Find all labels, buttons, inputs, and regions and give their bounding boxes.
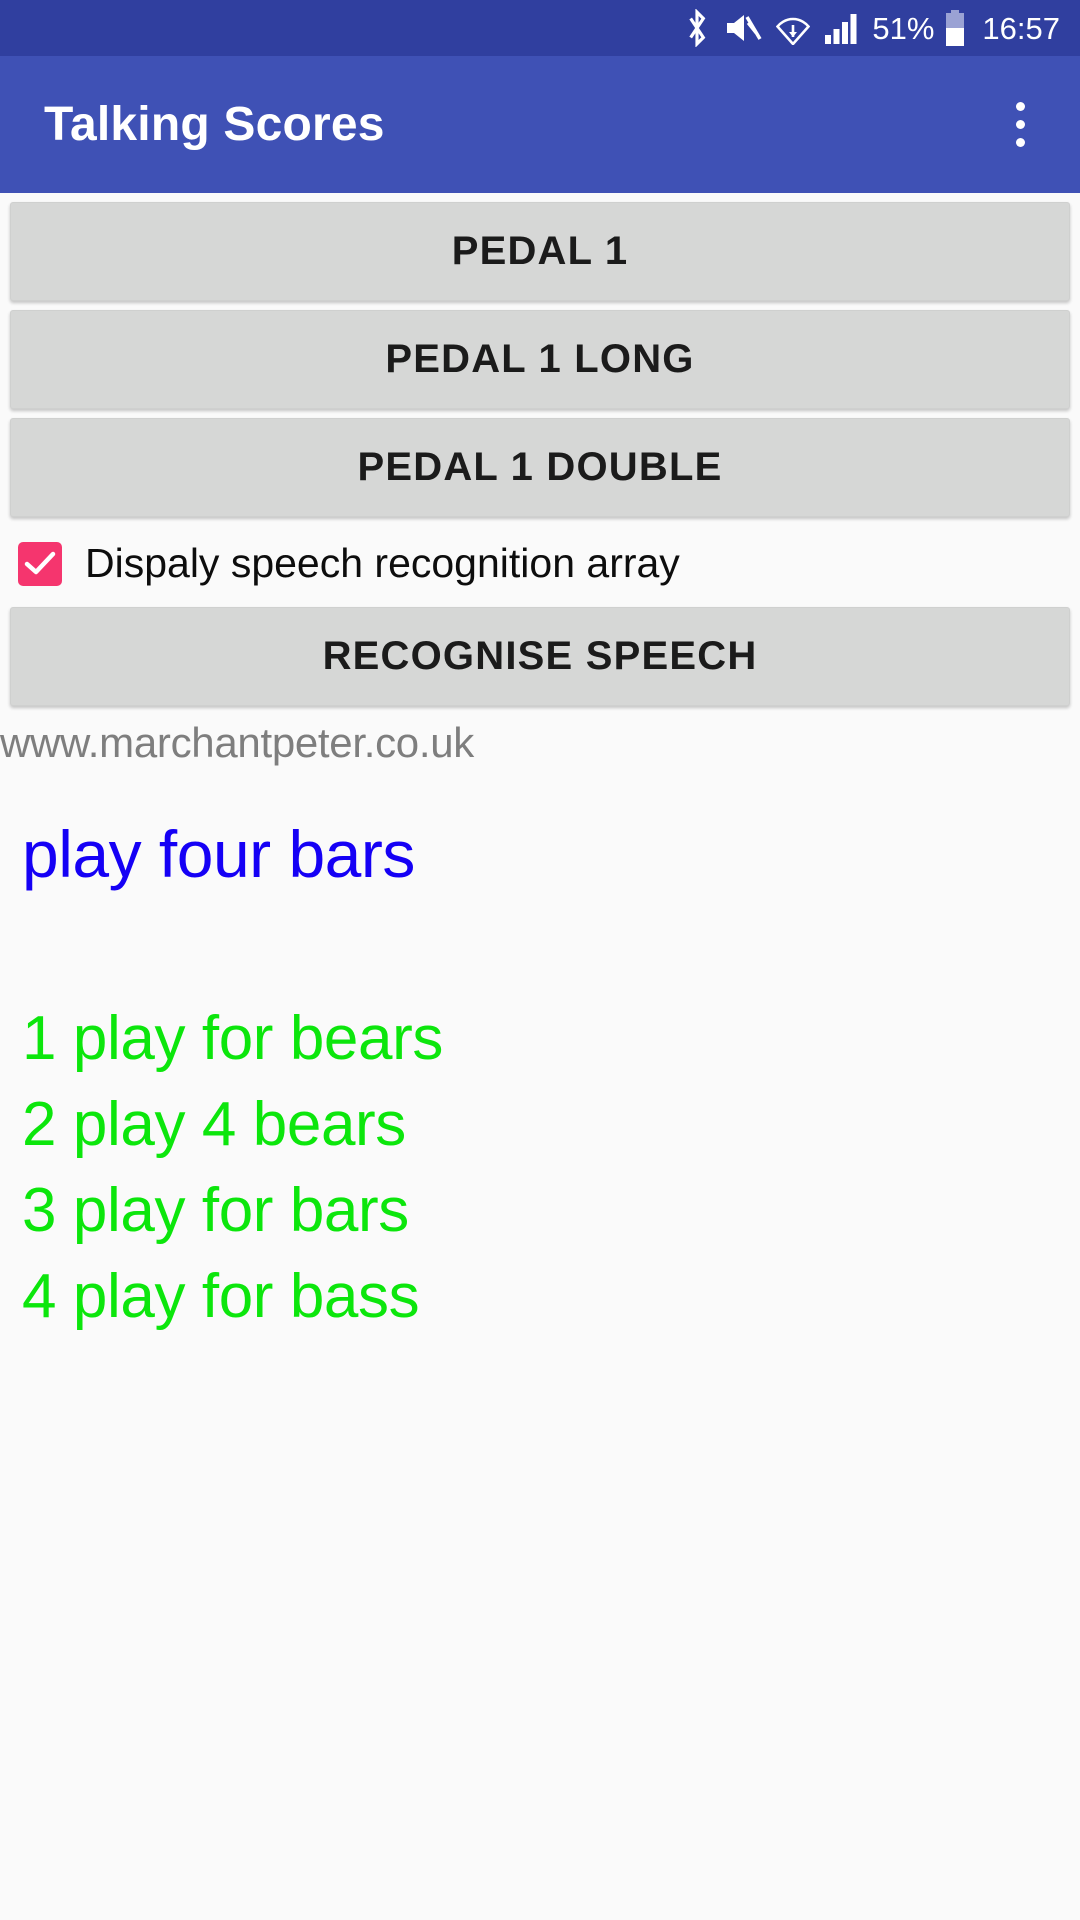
page-title: Talking Scores: [44, 98, 385, 151]
battery-percent-label: 51%: [872, 10, 935, 46]
overflow-menu-icon[interactable]: [990, 83, 1050, 167]
overflow-dot: [1015, 102, 1025, 111]
main-content: PEDAL 1 PEDAL 1 LONG PEDAL 1 DOUBLE Disp…: [0, 202, 1080, 1340]
status-bar: 51% 16:57: [0, 0, 1080, 56]
display-speech-recognition-array-checkbox[interactable]: [18, 541, 62, 586]
overflow-dot: [1015, 120, 1025, 129]
list-item: 1 play for bears: [22, 1004, 443, 1073]
status-bar-clock: 16:57: [982, 10, 1060, 46]
checkmark-icon: [24, 551, 56, 577]
recognise-speech-button[interactable]: RECOGNISE SPEECH: [10, 607, 1070, 706]
battery-icon: [944, 10, 966, 46]
cellular-signal-icon: [824, 12, 858, 44]
overflow-dot: [1015, 138, 1025, 147]
pedal-1-double-button[interactable]: PEDAL 1 DOUBLE: [10, 418, 1070, 517]
pedal-1-long-button[interactable]: PEDAL 1 LONG: [10, 310, 1070, 409]
pedal-1-button[interactable]: PEDAL 1: [10, 202, 1070, 301]
wifi-icon: [776, 11, 811, 45]
status-bar-icons: 51% 16:57: [684, 9, 1060, 47]
recognised-phrase-text: play four bars: [22, 817, 415, 891]
website-url-label: www.marchantpeter.co.uk: [0, 719, 474, 766]
bluetooth-icon: [684, 9, 710, 47]
list-item: 2 play 4 bears: [22, 1090, 406, 1159]
list-item: 3 play for bars: [22, 1176, 409, 1245]
list-item: 4 play for bass: [22, 1262, 420, 1331]
display-speech-recognition-array-label: Dispaly speech recognition array: [85, 540, 680, 586]
app-bar: Talking Scores: [0, 56, 1080, 193]
volume-mute-icon: [724, 11, 762, 45]
speech-recognition-array: 1 play for bears 2 play 4 bears 3 play f…: [22, 996, 1080, 1340]
display-speech-recognition-array-checkbox-row[interactable]: Dispaly speech recognition array: [18, 540, 1080, 587]
